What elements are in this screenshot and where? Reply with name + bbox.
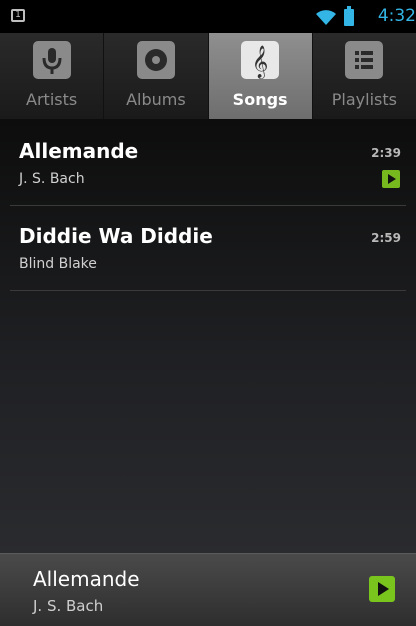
tab-songs[interactable]: 𝄞 Songs <box>208 33 313 119</box>
list-item[interactable]: Allemande J. S. Bach 2:39 <box>10 121 406 206</box>
svg-text:𝄞: 𝄞 <box>252 45 269 79</box>
now-playing-bar[interactable]: Allemande J. S. Bach <box>0 553 416 626</box>
clock: 4:32 <box>377 6 416 26</box>
tab-label: Albums <box>126 90 186 109</box>
battery-icon <box>344 6 354 26</box>
tab-albums[interactable]: Albums <box>104 33 209 119</box>
song-title: Diddie Wa Diddie <box>19 224 213 248</box>
play-button[interactable] <box>369 576 395 602</box>
now-playing-artist: J. S. Bach <box>33 597 104 615</box>
song-artist: Blind Blake <box>19 256 97 272</box>
tab-playlists[interactable]: Playlists <box>313 33 416 119</box>
tab-bar: Artists Albums 𝄞 Songs Playlists <box>0 33 416 121</box>
playlist-icon <box>345 41 384 79</box>
now-playing-icon <box>382 170 400 188</box>
status-bar: 1 4:32 <box>0 0 416 33</box>
album-disc-icon <box>136 41 175 79</box>
now-playing-title: Allemande <box>33 567 140 591</box>
list-item[interactable]: Diddie Wa Diddie Blind Blake 2:59 <box>10 206 406 291</box>
song-list: Allemande J. S. Bach 2:39 Diddie Wa Didd… <box>0 121 416 553</box>
tab-label: Playlists <box>331 90 397 109</box>
song-artist: J. S. Bach <box>19 171 85 187</box>
tab-label: Songs <box>232 90 288 109</box>
microphone-icon <box>32 41 71 79</box>
song-duration: 2:59 <box>371 231 401 245</box>
tab-label: Artists <box>26 90 78 109</box>
sim-card-icon: 1 <box>11 9 25 22</box>
tab-artists[interactable]: Artists <box>0 33 105 119</box>
treble-clef-icon: 𝄞 <box>241 41 280 79</box>
wifi-icon <box>316 10 336 25</box>
song-duration: 2:39 <box>371 146 401 160</box>
song-title: Allemande <box>19 139 139 163</box>
